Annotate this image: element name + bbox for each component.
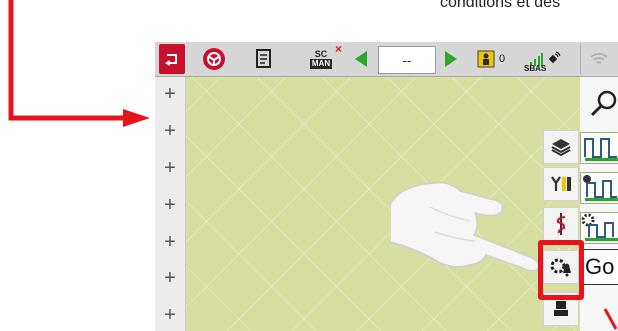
connection-status xyxy=(580,44,617,74)
app-card-3[interactable] xyxy=(580,212,618,244)
zoom-search-button[interactable] xyxy=(588,89,618,119)
document-icon xyxy=(256,49,271,68)
arrow-left-icon xyxy=(355,51,367,67)
guidance-setup-icon xyxy=(583,175,618,201)
right-tool-panel: Go xyxy=(580,77,618,331)
section-left-arrow[interactable] xyxy=(350,44,372,74)
highlight-box xyxy=(538,240,584,300)
plus-button-6[interactable]: + xyxy=(155,268,185,288)
pointing-hand-illustration xyxy=(390,181,540,272)
back-button[interactable] xyxy=(159,44,185,74)
magnifier-icon xyxy=(590,90,617,117)
left-zoom-column: + + + + + + + xyxy=(155,77,186,331)
go-label-box[interactable]: Go xyxy=(580,249,618,285)
implement-count-icon xyxy=(477,50,495,68)
plus-button-2[interactable]: + xyxy=(155,121,185,141)
gps-status-button[interactable]: SBAS xyxy=(522,44,570,74)
plus-button-3[interactable]: + xyxy=(155,158,185,178)
sbas-label: SBAS xyxy=(524,64,547,73)
wifi-icon xyxy=(590,53,608,64)
layers-icon xyxy=(551,139,571,156)
red-pointer-mark xyxy=(603,308,618,330)
counter-button[interactable]: 0 xyxy=(469,44,513,74)
steering-wheel-button[interactable] xyxy=(199,44,229,74)
guidance-settings-icon xyxy=(581,213,618,241)
app-card-2[interactable] xyxy=(580,172,618,204)
annotation-arrow xyxy=(8,0,150,127)
layers-button[interactable] xyxy=(543,130,579,164)
top-toolbar: SC MAN × -- 0 SBAS xyxy=(155,42,618,77)
caption-text: conditions et des xyxy=(440,0,561,11)
disabled-x-icon: × xyxy=(334,42,342,56)
steering-wheel-icon xyxy=(203,48,225,70)
count-value: 0 xyxy=(498,53,506,65)
plus-button-5[interactable]: + xyxy=(155,232,185,252)
plus-button-7[interactable]: + xyxy=(155,305,185,325)
go-text: Go xyxy=(585,254,615,279)
plus-button-4[interactable]: + xyxy=(155,195,185,215)
plus-button-1[interactable]: + xyxy=(155,84,185,104)
section-value-field: -- xyxy=(378,46,436,74)
man-label: MAN xyxy=(309,59,333,69)
camera-icon xyxy=(554,301,568,316)
arrow-right-icon xyxy=(445,51,457,67)
back-icon xyxy=(165,54,177,66)
documentation-button[interactable] xyxy=(250,44,280,74)
guidance-app-icon xyxy=(584,138,618,161)
app-card-1[interactable] xyxy=(580,132,618,164)
section-value: -- xyxy=(402,52,412,68)
section-control-button[interactable]: SC MAN × xyxy=(300,42,342,74)
sc-label: SC xyxy=(314,49,328,59)
section-right-arrow[interactable] xyxy=(440,44,462,74)
